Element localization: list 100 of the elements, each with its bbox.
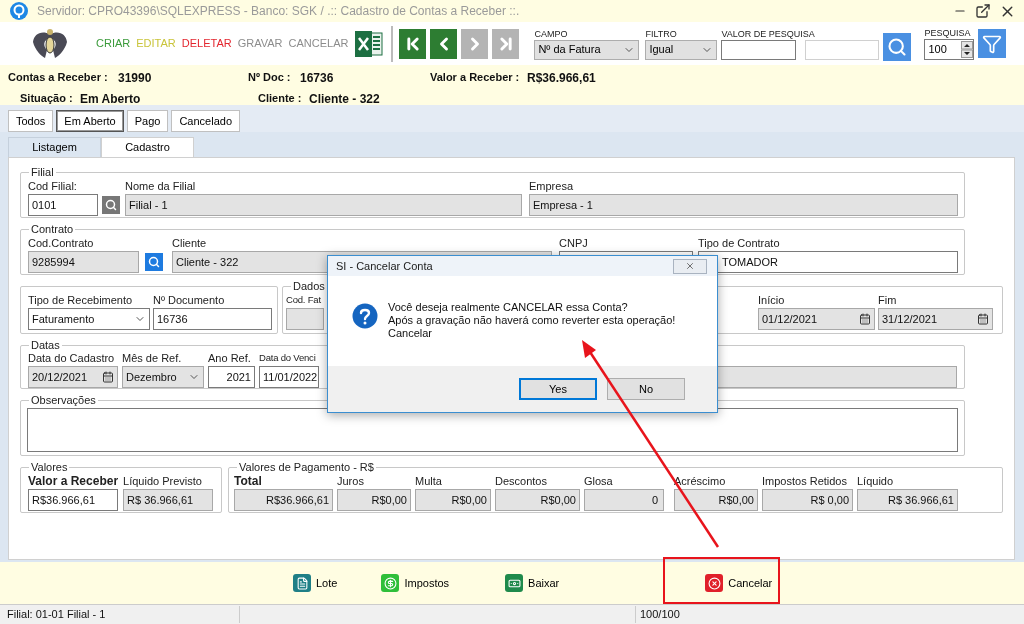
- field-label: PESQUISA: [924, 27, 972, 39]
- field-label: Nome da Filial: [125, 179, 197, 193]
- filter-button[interactable]: [978, 29, 1007, 58]
- group-title: Filial: [29, 165, 56, 179]
- summary-value: R$36.966,61: [527, 70, 596, 87]
- calendar-icon: [102, 371, 114, 383]
- action-button[interactable]: Baixar: [505, 574, 560, 592]
- nav-button[interactable]: [430, 28, 458, 59]
- group-title: Dados: [291, 279, 327, 293]
- dialog-message: Você deseja realmente CANCELAR essa Conta?: [388, 301, 629, 314]
- dialog-button[interactable]: No: [607, 378, 685, 400]
- dollar-icon: [381, 574, 400, 592]
- group-title: Valores: [29, 460, 70, 474]
- summary-label: Situação :: [20, 91, 74, 106]
- status-text: Filial: 01-01 Filial - 1: [0, 606, 240, 623]
- summary-value: 31990: [118, 70, 153, 87]
- group-title: Contrato: [29, 222, 76, 236]
- field-label: Cod.Contrato: [28, 236, 95, 250]
- summary-label: Contas a Receber :: [8, 70, 109, 85]
- summary-value: Cliente - 322: [309, 91, 380, 108]
- close-icon: [685, 261, 695, 271]
- field-label: Empresa: [529, 179, 575, 193]
- field-label: Cod Filial:: [28, 179, 78, 193]
- cancel-icon: [705, 574, 724, 592]
- field-label: Juros: [337, 474, 365, 488]
- field-label: Impostos Retidos: [762, 474, 848, 488]
- status-text: 100/100: [635, 606, 680, 623]
- search-button[interactable]: [102, 196, 120, 214]
- toolbar-action[interactable]: CANCELAR: [288, 35, 349, 52]
- text-field[interactable]: 11/01/2022: [259, 366, 319, 388]
- toolbar-action[interactable]: DELETAR: [181, 35, 232, 52]
- dialog-message: Após a gravação não haverá como reverter esta operação!: [388, 314, 676, 327]
- field-label: Data do Cadastro: [28, 351, 116, 365]
- text-field[interactable]: TOMADOR: [698, 251, 958, 273]
- summary-label: Valor a Receber :: [430, 70, 521, 85]
- app-logo-icon: [10, 2, 28, 20]
- group-title: Observações: [29, 393, 98, 407]
- field-label: Cod. Fat: [286, 293, 322, 307]
- text-field[interactable]: R$36.966,61: [28, 489, 118, 511]
- document-icon: [293, 574, 311, 592]
- action-button[interactable]: Impostos: [381, 574, 450, 592]
- emblem-logo-icon: [31, 27, 69, 60]
- nav-button[interactable]: [399, 28, 427, 59]
- field-label: VALOR DE PESQUISA: [721, 27, 816, 40]
- toolbar-action[interactable]: GRAVAR: [237, 35, 283, 52]
- status-tab[interactable]: Pago: [126, 110, 169, 132]
- banknote-icon: [505, 574, 524, 592]
- field-label: Descontos: [495, 474, 548, 488]
- question-icon: [352, 303, 378, 329]
- action-button[interactable]: Cancelar: [705, 574, 773, 592]
- view-tab[interactable]: Listagem: [8, 137, 101, 157]
- action-button[interactable]: Lote: [293, 574, 338, 592]
- field-label: Fim: [878, 293, 898, 307]
- calendar-icon: [859, 313, 871, 325]
- field-label: FILTRO: [645, 27, 678, 40]
- field-label: Tipo de Recebimento: [28, 293, 134, 307]
- field-label: Glosa: [584, 474, 614, 488]
- status-tab[interactable]: Cancelado: [171, 110, 240, 132]
- field-label: Ano Ref.: [208, 351, 252, 365]
- search-button[interactable]: [883, 32, 912, 61]
- dialog-button[interactable]: Yes: [519, 378, 597, 400]
- spreadsheet-icon[interactable]: [354, 29, 384, 58]
- field-label: Total: [234, 474, 263, 488]
- field-label: CNPJ: [559, 236, 589, 250]
- close-button[interactable]: [673, 258, 707, 274]
- field-label: Início: [758, 293, 786, 307]
- search-button[interactable]: [145, 253, 163, 271]
- dropdown-field[interactable]: Nº da Fatura: [534, 39, 640, 60]
- summary-label: Nº Doc :: [248, 70, 292, 85]
- field-label: Data do Venci: [259, 351, 317, 365]
- dropdown-field[interactable]: Igual: [645, 39, 718, 60]
- text-field[interactable]: 16736: [153, 308, 272, 330]
- dialog-message: Cancelar: [388, 327, 434, 340]
- window-title: Servidor: CPRO43396\SQLEXPRESS - Banco: SGK / .:: Cadastro de Contas a Receber ::.: [37, 3, 520, 20]
- dialog-title: SI - Cancelar Conta: [336, 258, 433, 274]
- text-field[interactable]: 0101: [28, 194, 98, 216]
- search-field[interactable]: [721, 39, 797, 60]
- status-tab[interactable]: Todos: [8, 110, 54, 132]
- text-field[interactable]: 2021: [208, 366, 255, 388]
- field-label: Multa: [415, 474, 443, 488]
- number-spinner[interactable]: 100: [924, 39, 975, 60]
- field-label: Tipo de Contrato: [698, 236, 781, 250]
- field-label: Cliente: [172, 236, 208, 250]
- toolbar-action[interactable]: CRIAR: [96, 35, 131, 52]
- view-tab[interactable]: Cadastro: [101, 137, 194, 157]
- dropdown-field[interactable]: Faturamento: [28, 308, 150, 330]
- field-label: Líquido Previsto: [123, 474, 203, 488]
- group-title: Valores de Pagamento - R$: [237, 460, 376, 474]
- text-field[interactable]: [717, 366, 957, 388]
- status-tab[interactable]: Em Aberto: [56, 110, 124, 132]
- calendar-icon: [977, 313, 989, 325]
- spinner-arrows-icon: [961, 41, 974, 58]
- restore-icon[interactable]: [975, 3, 991, 19]
- field-label: Líquido: [857, 474, 895, 488]
- summary-label: Cliente :: [258, 91, 303, 106]
- text-field[interactable]: [286, 308, 324, 330]
- summary-value: Em Aberto: [80, 91, 142, 108]
- field-label: CAMPO: [534, 27, 569, 40]
- group-title: Datas: [29, 338, 62, 352]
- field-label: Valor a Receber: [28, 474, 119, 488]
